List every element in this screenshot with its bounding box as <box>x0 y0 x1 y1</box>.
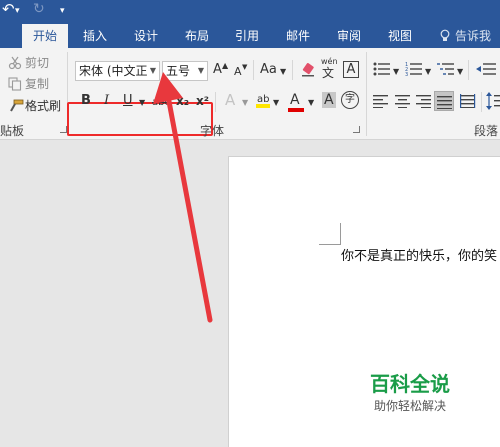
group-divider <box>215 92 216 112</box>
watermark-subtitle: 助你轻松解决 <box>373 399 446 413</box>
distributed-icon[interactable] <box>460 94 476 108</box>
underline-button[interactable]: U <box>123 93 133 109</box>
phonetic-guide-button[interactable]: 文 <box>322 65 334 81</box>
tell-me-box[interactable]: 告诉我 <box>455 24 491 48</box>
align-left-icon[interactable] <box>373 94 389 108</box>
chevron-down-icon: ▼ <box>425 67 432 76</box>
lightbulb-icon <box>440 29 450 41</box>
highlighter-icon[interactable]: ab <box>255 91 271 109</box>
customize-qat-icon[interactable]: ▾ <box>60 4 65 18</box>
paragraph-group-label: 段落 <box>474 124 499 138</box>
chevron-down-icon: ▼ <box>149 66 156 75</box>
format-painter-button[interactable]: 格式刷 <box>25 98 61 114</box>
tab-review[interactable]: 审阅 <box>330 24 368 48</box>
undo-icon[interactable]: ↶ <box>2 2 15 17</box>
align-center-icon[interactable] <box>395 94 411 108</box>
caret-up-icon: ▲ <box>222 61 229 70</box>
font-launcher-icon[interactable] <box>353 126 360 133</box>
chevron-down-icon: ▼ <box>280 67 287 76</box>
decrease-indent-icon[interactable] <box>475 62 497 76</box>
format-painter-icon <box>10 99 24 112</box>
undo-dropdown-icon[interactable]: ▾ <box>15 4 20 18</box>
shrink-font-button[interactable]: A <box>234 64 242 80</box>
font-name-dropdown[interactable]: 宋体 (中文正 ▼ <box>75 61 160 81</box>
tab-view[interactable]: 视图 <box>381 24 419 48</box>
group-divider <box>366 52 367 136</box>
tab-layout[interactable]: 布局 <box>178 24 216 48</box>
change-case-button[interactable]: Aa <box>260 62 277 78</box>
italic-button[interactable]: I <box>104 93 109 109</box>
bullets-icon[interactable] <box>373 62 391 76</box>
group-divider <box>468 60 469 80</box>
tab-design[interactable]: 设计 <box>127 24 165 48</box>
chevron-down-icon: ▼ <box>139 98 146 107</box>
grow-font-button[interactable]: A <box>213 62 222 78</box>
svg-text:ab: ab <box>257 94 269 105</box>
group-divider <box>292 60 293 80</box>
ribbon: 剪切 复制 格式刷 贴板 宋体 (中文正 ▼ 五号 ▼ A ▲ A ▼ Aa ▼… <box>0 48 500 140</box>
copy-icon <box>8 77 22 91</box>
tab-home[interactable]: 开始 <box>22 24 68 48</box>
justify-button[interactable] <box>434 91 454 111</box>
multilevel-list-icon[interactable] <box>437 62 455 76</box>
chevron-down-icon: ▼ <box>197 66 204 75</box>
clear-formatting-icon[interactable] <box>300 62 316 78</box>
chevron-down-icon: ▼ <box>273 98 280 107</box>
ribbon-tabs: 开始 插入 设计 布局 引用 邮件 审阅 视图 告诉我 <box>0 24 500 48</box>
clipboard-launcher-icon[interactable] <box>60 126 67 133</box>
superscript-button[interactable]: x² <box>196 93 209 109</box>
chevron-down-icon: ▼ <box>308 98 315 107</box>
font-name-value: 宋体 (中文正 <box>79 64 148 78</box>
redo-icon[interactable]: ↻ <box>33 2 45 16</box>
margin-corner-mark <box>319 223 341 245</box>
title-bar: ↶ ▾ ↻ ▾ <box>0 0 500 24</box>
svg-text:3: 3 <box>405 72 408 76</box>
align-right-icon[interactable] <box>416 94 432 108</box>
tab-references[interactable]: 引用 <box>228 24 266 48</box>
font-group-label: 字体 <box>200 124 225 138</box>
font-color-button[interactable]: A <box>290 92 300 108</box>
chevron-down-icon: ▼ <box>457 67 464 76</box>
tab-insert[interactable]: 插入 <box>76 24 114 48</box>
group-divider <box>481 92 482 112</box>
copy-button[interactable]: 复制 <box>25 76 49 92</box>
line-spacing-icon[interactable] <box>486 92 500 110</box>
clipboard-group-label: 贴板 <box>0 124 25 138</box>
tab-mailings[interactable]: 邮件 <box>279 24 317 48</box>
text-effects-button[interactable]: A <box>225 92 235 108</box>
group-divider <box>253 60 254 80</box>
caret-down-icon: ▼ <box>242 63 248 71</box>
subscript-button[interactable]: x₂ <box>176 93 189 109</box>
font-color-bar <box>288 108 304 112</box>
numbering-icon[interactable]: 1 2 3 <box>405 62 423 76</box>
watermark-title: 百科全说 <box>370 372 450 396</box>
justify-icon <box>437 96 452 109</box>
cut-button[interactable]: 剪切 <box>25 55 49 71</box>
chevron-down-icon: ▼ <box>393 67 400 76</box>
scissors-icon <box>8 56 22 70</box>
font-size-dropdown[interactable]: 五号 ▼ <box>162 61 208 81</box>
font-size-value: 五号 <box>166 64 191 78</box>
bold-button[interactable]: B <box>81 93 91 109</box>
character-border-button[interactable]: A <box>343 61 359 78</box>
enclose-characters-button[interactable]: 字 <box>341 91 359 109</box>
document-body-text[interactable]: 你不是真正的快乐，你的笑 <box>341 248 497 266</box>
character-shading-button[interactable]: A <box>322 92 336 108</box>
strikethrough-button[interactable]: abc <box>152 95 170 111</box>
chevron-down-icon: ▼ <box>242 98 249 107</box>
